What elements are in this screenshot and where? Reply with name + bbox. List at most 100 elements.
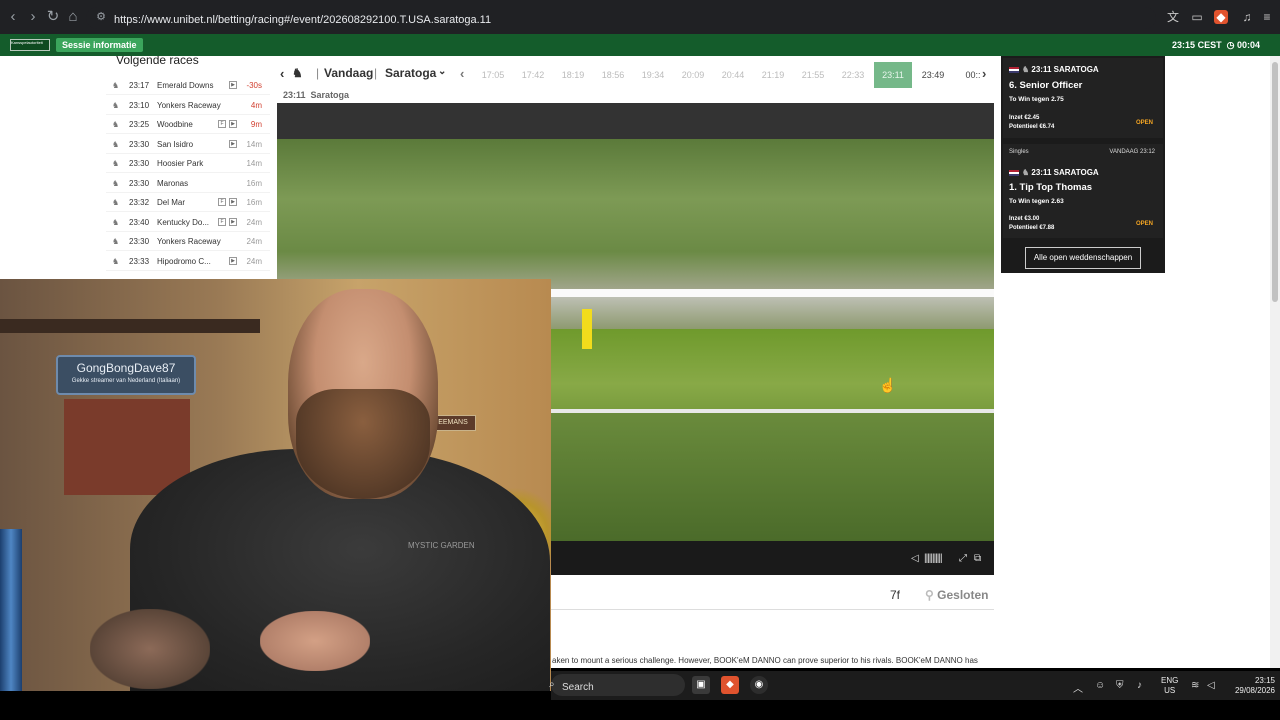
race-time-tab[interactable]: 17:42: [514, 62, 552, 88]
clock-time: 23:15: [1254, 676, 1275, 685]
bet-race-header: ♞ 23:11 SARATOGA: [1009, 65, 1099, 74]
header-clock: 23:15 CEST ◷ 00:04: [1172, 40, 1260, 51]
speaker-icon[interactable]: ◁: [1207, 680, 1215, 691]
bookmark-icon[interactable]: ⌂: [64, 8, 82, 26]
bet-card[interactable]: ♞ 23:11 SARATOGA 6. Senior Officer To Wi…: [1003, 58, 1163, 138]
session-timer: 00:04: [1236, 40, 1260, 50]
bet-type: Singles: [1009, 149, 1029, 155]
next-race-row[interactable]: ♞ 23:17 Emerald Downs -30s ▶: [106, 76, 270, 95]
race-name: Woodbine: [157, 120, 193, 129]
race-name: Maronas: [157, 178, 189, 188]
race-time-tab[interactable]: 18:56: [594, 62, 632, 88]
tray-expand-icon[interactable]: ︿: [1073, 680, 1083, 695]
bet-race: 23:11 SARATOGA: [1031, 65, 1099, 74]
timer-icon: ◷: [1224, 40, 1235, 50]
url-text[interactable]: https://www.unibet.nl/betting/racing#/ev…: [114, 14, 491, 26]
discord-icon[interactable]: ☺: [1095, 680, 1105, 691]
race-time-tab[interactable]: 17:05: [474, 62, 512, 88]
taskbar-clock[interactable]: 23:15 29/08/2026: [1227, 676, 1275, 696]
reload-icon[interactable]: ↻: [44, 8, 62, 26]
brave-shield-icon[interactable]: ◆: [1214, 10, 1228, 24]
race-time-tab[interactable]: 00::: [954, 62, 992, 88]
back-icon[interactable]: ‹: [4, 8, 22, 26]
race-countdown: 16m: [246, 198, 262, 207]
microphone-icon[interactable]: ♪: [1137, 680, 1142, 691]
day-selector[interactable]: Vandaag: [324, 66, 373, 80]
page-scrollbar[interactable]: [1270, 56, 1280, 668]
track-selector[interactable]: Saratoga: [385, 66, 436, 80]
next-race-row[interactable]: ♞ 23:30 San Isidro 14m ▶: [106, 135, 270, 154]
menu-icon[interactable]: ≡: [1260, 10, 1274, 24]
taskbar-search[interactable]: ⌕ Search: [549, 674, 685, 696]
input-language[interactable]: ENG US: [1161, 676, 1178, 696]
race-countdown: 16m: [246, 178, 262, 188]
race-type-icon: ♞: [112, 256, 120, 266]
bet-potential: Potentieel €6.74: [1009, 124, 1055, 130]
race-status-label: Gesloten: [937, 588, 989, 602]
streamer-tagline: Gekke streamer van Nederland (Italiaan): [71, 378, 181, 384]
next-race-row[interactable]: ♞ 23:30 Hoosier Park 14m: [106, 154, 270, 173]
next-race-row[interactable]: ♞ 23:30 Maronas 16m: [106, 174, 270, 193]
race-time-tab[interactable]: 20:44: [714, 62, 752, 88]
next-race-row[interactable]: ♞ 23:30 Yonkers Raceway 24m: [106, 232, 270, 251]
race-time-tab[interactable]: 19:34: [634, 62, 672, 88]
race-time: 23:40: [129, 217, 150, 227]
race-time-tab[interactable]: 23:49: [914, 62, 952, 88]
translate-icon[interactable]: 文: [1166, 10, 1180, 24]
race-status: ⚲ Gesloten: [925, 588, 989, 602]
bet-stake: Inzet €2.45: [1009, 115, 1040, 121]
next-race-row[interactable]: ♞ 23:10 Yonkers Raceway 4m: [106, 96, 270, 115]
all-open-bets-button[interactable]: Alle open weddenschappen: [1025, 247, 1141, 269]
race-time-tab[interactable]: 20:09: [674, 62, 712, 88]
hoodie-logo: MYSTIC GARDEN: [408, 541, 475, 550]
bet-card[interactable]: Singles VANDAAG 23:12 ♞ 23:11 SARATOGA 1…: [1003, 144, 1163, 238]
race-time-tab[interactable]: 21:55: [794, 62, 832, 88]
race-time-tab[interactable]: 23:11: [874, 62, 912, 88]
race-sub-track: Saratoga: [310, 90, 350, 100]
regulator-logo[interactable]: Kansspelautoriteit: [10, 39, 50, 51]
obs-icon[interactable]: ◉: [750, 676, 768, 694]
race-time-tab[interactable]: 21:19: [754, 62, 792, 88]
security-icon[interactable]: ⛨: [1116, 680, 1124, 691]
race-name: Emerald Downs: [157, 81, 214, 90]
horse-icon: ♞: [1022, 168, 1032, 177]
wifi-icon[interactable]: ≋: [1191, 680, 1199, 691]
popout-icon[interactable]: ⧉: [974, 553, 981, 564]
race-countdown: 24m: [246, 256, 262, 266]
search-label: Search: [562, 682, 594, 693]
race-navigation: ‹ ♞ | Vandaag | Saratoga ⌄ ‹ › 17:05 17:4…: [276, 58, 996, 88]
media-icon[interactable]: ♫: [1240, 10, 1254, 24]
volume-icon[interactable]: ◁: [911, 553, 919, 564]
race-time: 23:30: [129, 159, 150, 168]
race-time-tab[interactable]: 18:19: [554, 62, 592, 88]
browser-toolbar: ‹ › ↻ ⌂ ⚙ https://www.unibet.nl/betting/…: [0, 0, 1280, 34]
chevron-down-icon[interactable]: ⌄: [438, 66, 446, 77]
session-info-button[interactable]: Sessie informatie: [56, 38, 143, 52]
logo-text: Kansspelautoriteit: [11, 40, 43, 45]
site-info-icon[interactable]: ⚙: [92, 8, 110, 26]
volume-slider[interactable]: |||||||||||: [924, 553, 943, 564]
video-stream-icon: ▶: [229, 256, 237, 265]
fullscreen-icon[interactable]: ⤢: [959, 553, 967, 564]
next-race-row[interactable]: ♞ 23:40 Kentucky Do... 24m F ▶: [106, 213, 270, 232]
cast-icon[interactable]: ▭: [1190, 10, 1204, 24]
us-flag-icon: [1009, 169, 1019, 176]
race-name: Hoosier Park: [157, 159, 204, 168]
race-name: Yonkers Raceway: [157, 237, 221, 246]
race-time-tab[interactable]: 22:33: [834, 62, 872, 88]
us-flag-icon: [1009, 66, 1019, 73]
race-name: Del Mar: [157, 198, 186, 207]
timeline-prev-icon[interactable]: ‹: [460, 66, 464, 81]
scroll-thumb[interactable]: [1272, 62, 1278, 302]
race-time: 23:10: [129, 100, 150, 110]
forward-icon[interactable]: ›: [24, 8, 42, 26]
next-race-row[interactable]: ♞ 23:25 Woodbine 9m F ▶: [106, 115, 270, 134]
next-race-row[interactable]: ♞ 23:32 Del Mar 16m F ▶: [106, 193, 270, 212]
bet-stake: Inzet €3.00: [1009, 216, 1040, 222]
race-name: Hipodromo C...: [157, 256, 211, 266]
prev-race-icon[interactable]: ‹: [280, 66, 284, 81]
screen-bottom-edge: [0, 700, 1280, 720]
task-view-icon[interactable]: ▣: [692, 676, 710, 694]
brave-browser-icon[interactable]: ◆: [721, 676, 739, 694]
next-race-row[interactable]: ♞ 23:33 Hipodromo C... 24m ▶: [106, 252, 270, 271]
